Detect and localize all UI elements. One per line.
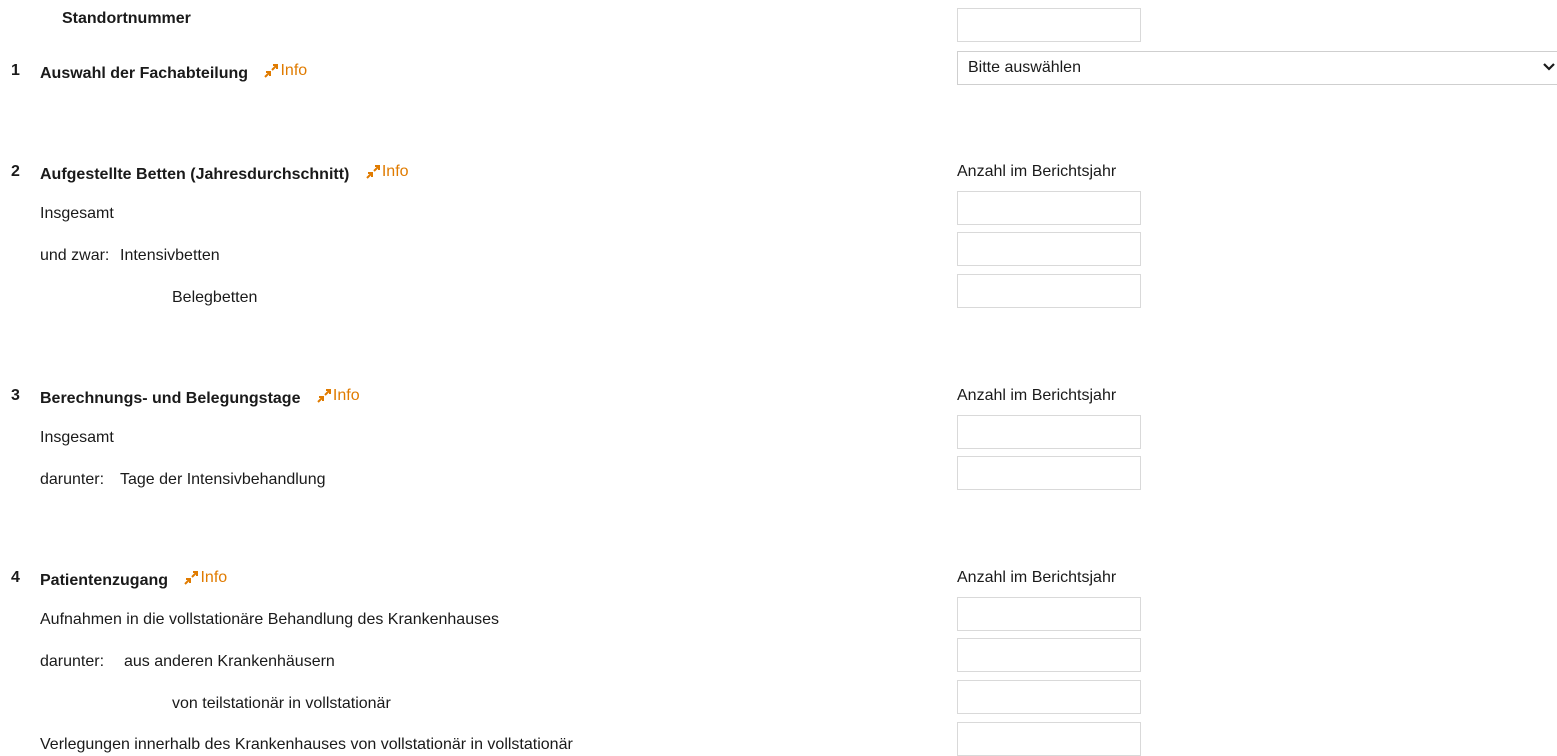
external-link-icon	[264, 64, 279, 78]
section-4-row-3-input[interactable]	[957, 680, 1141, 714]
section-3-title: Berechnungs- und Belegungstage	[40, 390, 301, 407]
section-4-title: Patientenzugang	[40, 572, 169, 589]
section-1-header: Auswahl der Fachabteilung Info	[40, 61, 307, 84]
section-2-row-2-prefix: und zwar:	[40, 247, 110, 264]
section-3-column-header: Anzahl im Berichtsjahr	[957, 387, 1117, 404]
chevron-down-icon	[1543, 63, 1555, 71]
section-4-row-2-label: aus anderen Krankenhäusern	[124, 653, 335, 670]
section-4-row-2-prefix: darunter:	[40, 653, 105, 670]
fachabteilung-selected-value: Bitte auswählen	[968, 59, 1081, 76]
section-1-title: Auswahl der Fachabteilung	[40, 65, 249, 82]
info-label: Info	[381, 163, 409, 180]
section-4-number: 4	[11, 569, 20, 586]
section-4-row-4-label: Verlegungen innerhalb des Krankenhauses …	[40, 736, 573, 753]
section-3-row-1-input[interactable]	[957, 415, 1141, 449]
section-2-column-header: Anzahl im Berichtsjahr	[957, 163, 1117, 180]
section-3-row-2-input[interactable]	[957, 456, 1141, 490]
info-label: Info	[200, 569, 228, 586]
section-3-row-1-label: Insgesamt	[40, 429, 114, 446]
section-3-header: Berechnungs- und Belegungstage Info	[40, 386, 360, 409]
info-label: Info	[332, 387, 360, 404]
info-label: Info	[280, 62, 308, 79]
section-4-row-2-input[interactable]	[957, 638, 1141, 672]
section-2-number: 2	[11, 163, 20, 180]
external-link-icon	[184, 571, 199, 585]
external-link-icon	[317, 389, 331, 403]
section-1-number: 1	[11, 62, 20, 79]
section-2-row-1-input[interactable]	[957, 191, 1141, 225]
section-4-row-1-label: Aufnahmen in die vollstationäre Behandlu…	[40, 611, 499, 628]
section-4-row-4-input[interactable]	[957, 722, 1141, 756]
section-3-info-link[interactable]: Info	[317, 386, 360, 406]
section-4-header: Patientenzugang Info	[40, 568, 227, 591]
section-2-row-3-input[interactable]	[957, 274, 1141, 308]
section-1-info-link[interactable]: Info	[264, 61, 307, 81]
section-3-number: 3	[11, 387, 20, 404]
standort-label: Standortnummer	[62, 10, 191, 27]
section-4-row-3-label: von teilstationär in vollstationär	[172, 695, 391, 712]
standort-input[interactable]	[957, 8, 1141, 42]
section-2-info-link[interactable]: Info	[366, 162, 409, 182]
section-2-row-2-input[interactable]	[957, 232, 1141, 266]
section-3-row-2-label: Tage der Intensivbehandlung	[120, 471, 326, 488]
section-4-info-link[interactable]: Info	[184, 568, 227, 588]
section-2-title: Aufgestellte Betten (Jahresdurchschnitt)	[40, 166, 350, 183]
section-2-row-2-label: Intensivbetten	[120, 247, 220, 264]
section-2-row-3-label: Belegbetten	[172, 289, 258, 306]
section-2-header: Aufgestellte Betten (Jahresdurchschnitt)…	[40, 162, 409, 185]
section-2-row-1-label: Insgesamt	[40, 205, 114, 222]
external-link-icon	[366, 165, 380, 179]
fachabteilung-select[interactable]: Bitte auswählen	[957, 51, 1557, 85]
section-4-column-header: Anzahl im Berichtsjahr	[957, 569, 1117, 586]
section-3-row-2-prefix: darunter:	[40, 471, 105, 488]
section-4-row-1-input[interactable]	[957, 597, 1141, 631]
